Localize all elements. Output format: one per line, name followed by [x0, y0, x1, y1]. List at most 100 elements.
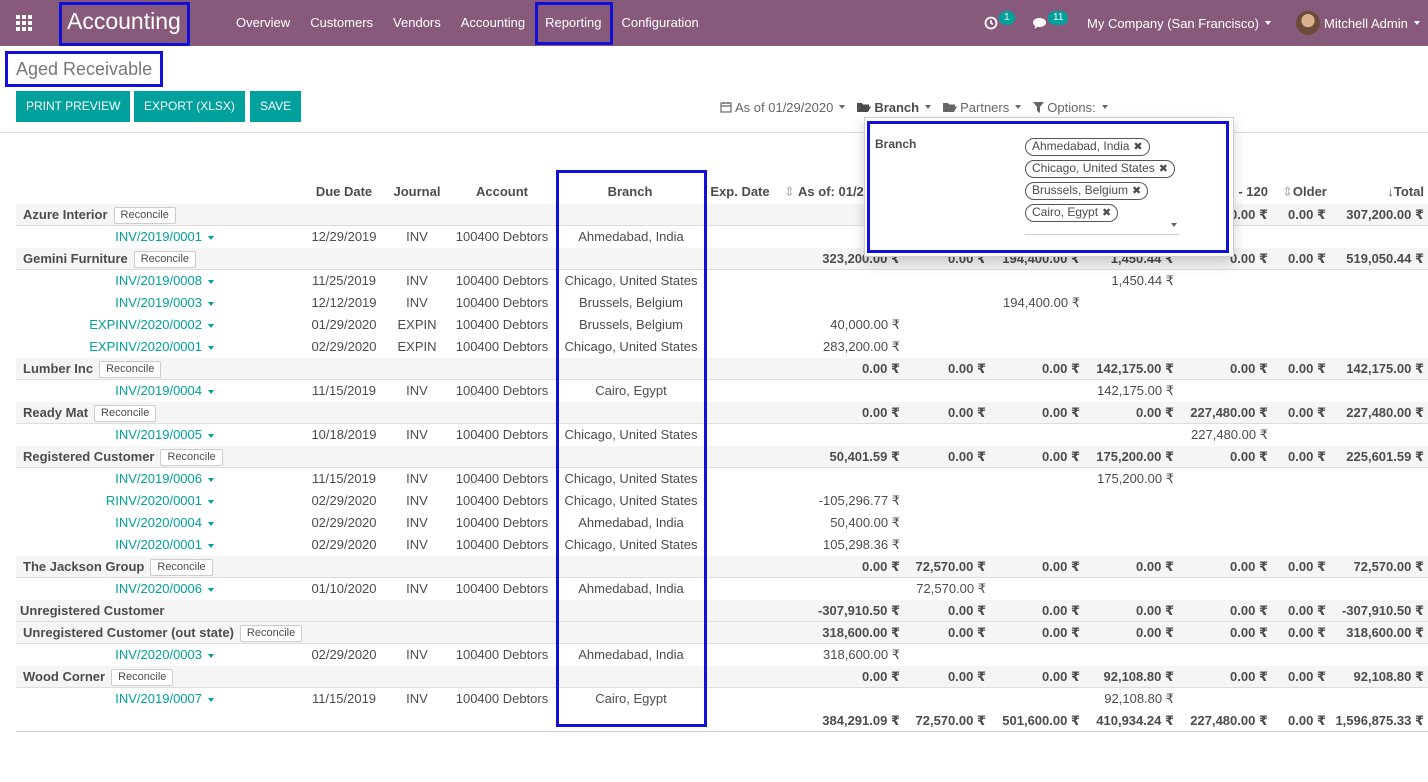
- reconcile-button[interactable]: Reconcile: [160, 449, 223, 467]
- amount-cell: 0.00 ₹: [1230, 361, 1268, 376]
- col-older[interactable]: ⇕Older: [1282, 181, 1342, 203]
- amount-cell: 0.00 ₹: [1288, 251, 1326, 266]
- amount-cell: [1328, 336, 1424, 358]
- reconcile-button[interactable]: Reconcile: [150, 559, 213, 577]
- amount-cell: 175,200.00 ₹: [1096, 449, 1174, 464]
- table-row: INV/2019/0007 11/15/2019 INV 100400 Debtors…: [16, 688, 1428, 710]
- amount-cell: [1328, 578, 1424, 600]
- print-preview-button[interactable]: PRINT PREVIEW: [16, 91, 131, 122]
- close-icon[interactable]: ✖: [1132, 185, 1141, 197]
- menu-configuration[interactable]: Configuration: [611, 0, 708, 46]
- reconcile-button[interactable]: Reconcile: [99, 361, 162, 379]
- journal-cell: INV: [406, 273, 428, 288]
- move-ref-link[interactable]: INV/2019/0006: [16, 468, 214, 490]
- move-ref-link[interactable]: INV/2020/0001: [16, 534, 214, 556]
- amount-cell: [1270, 314, 1326, 336]
- partner-name-cell[interactable]: Wood Corner Reconcile: [23, 666, 174, 688]
- chevron-down-icon: [208, 279, 214, 284]
- partner-name-cell[interactable]: Unregistered Customer (out state) Reconci…: [23, 622, 303, 644]
- partner-name-cell[interactable]: Lumber Inc Reconcile: [23, 358, 162, 380]
- partners-filter[interactable]: Partners: [943, 100, 1022, 115]
- export-xlsx-button[interactable]: EXPORT (XLSX): [134, 91, 245, 122]
- col-total[interactable]: ↓Total: [1342, 181, 1424, 203]
- move-ref-link[interactable]: INV/2019/0004: [16, 380, 214, 402]
- amount-cell: 72,570.00 ₹: [915, 559, 987, 574]
- due-date-cell: 11/25/2019: [311, 273, 377, 288]
- activity-button[interactable]: 1: [984, 0, 1015, 46]
- branch-tag[interactable]: Brussels, Belgium ✖: [1025, 182, 1149, 200]
- amount-cell: [1082, 512, 1174, 534]
- chevron-down-icon: [208, 499, 214, 504]
- move-ref-link[interactable]: EXPINV/2020/0002: [16, 314, 214, 336]
- move-ref-link[interactable]: INV/2019/0008: [16, 270, 214, 292]
- move-ref-link[interactable]: EXPINV/2020/0001: [16, 336, 214, 358]
- company-switcher[interactable]: My Company (San Francisco): [1087, 0, 1271, 46]
- move-ref-link[interactable]: INV/2020/0004: [16, 512, 214, 534]
- partner-name-cell[interactable]: Gemini Furniture Reconcile: [23, 248, 197, 270]
- save-button[interactable]: SAVE: [250, 91, 302, 122]
- account-cell: 100400 Debtors: [455, 273, 549, 288]
- app-brand[interactable]: Accounting: [67, 8, 181, 35]
- close-icon[interactable]: ✖: [1133, 141, 1142, 153]
- account-cell: 100400 Debtors: [455, 317, 549, 332]
- close-icon[interactable]: ✖: [1159, 163, 1168, 175]
- branch-filter[interactable]: Branch: [857, 100, 932, 115]
- move-ref-link[interactable]: INV/2019/0003: [16, 292, 214, 314]
- amount-cell: 0.00 ₹: [1288, 669, 1326, 684]
- menu-overview[interactable]: Overview: [226, 0, 300, 46]
- amount-cell: [988, 688, 1080, 710]
- col-account[interactable]: Account: [447, 181, 557, 203]
- move-ref: EXPINV/2020/0002: [89, 317, 202, 332]
- amount-cell: [1328, 688, 1424, 710]
- amount-cell: [902, 314, 986, 336]
- user-menu[interactable]: Mitchell Admin: [1296, 0, 1420, 46]
- partner-name-cell[interactable]: Unregistered Customer: [20, 600, 164, 622]
- move-ref-link[interactable]: INV/2020/0003: [16, 644, 214, 666]
- reconcile-button[interactable]: Reconcile: [133, 251, 197, 269]
- menu-reporting[interactable]: Reporting: [535, 0, 611, 46]
- apps-menu-icon[interactable]: [16, 15, 34, 31]
- move-ref-link[interactable]: RINV/2020/0001: [16, 490, 214, 512]
- amount-cell: 0.00 ₹: [1136, 603, 1174, 618]
- move-ref-link[interactable]: INV/2019/0007: [16, 688, 214, 710]
- options-filter[interactable]: Options:: [1033, 100, 1108, 115]
- branch-tag[interactable]: Chicago, United States ✖: [1025, 160, 1175, 178]
- menu-customers[interactable]: Customers: [300, 0, 383, 46]
- reconcile-button[interactable]: Reconcile: [239, 625, 303, 643]
- due-date-cell: 01/29/2020: [311, 317, 377, 332]
- amount-cell: [1176, 336, 1268, 358]
- amount-cell: 0.00 ₹: [1288, 449, 1326, 464]
- reconcile-button[interactable]: Reconcile: [94, 405, 157, 423]
- partner-name-cell[interactable]: The Jackson Group Reconcile: [23, 556, 213, 578]
- move-ref-link[interactable]: INV/2020/0006: [16, 578, 214, 600]
- branch-tag[interactable]: Ahmedabad, India ✖: [1025, 138, 1150, 156]
- reconcile-button[interactable]: Reconcile: [113, 207, 176, 225]
- partner-name-cell[interactable]: Ready Mat Reconcile: [23, 402, 157, 424]
- amount-cell: 0.00 ₹: [1230, 559, 1268, 574]
- partner-name-cell[interactable]: Azure Interior Reconcile: [23, 204, 176, 226]
- amount-cell: [902, 292, 986, 314]
- amount-cell: 0.00 ₹: [1230, 625, 1268, 640]
- table-row: EXPINV/2020/0002 01/29/2020 EXPIN 100400 De…: [16, 314, 1428, 336]
- amount-cell: [988, 270, 1080, 292]
- branch-select-input[interactable]: [1025, 215, 1179, 235]
- col-branch[interactable]: Branch: [557, 181, 703, 203]
- col-exp-date[interactable]: Exp. Date: [703, 181, 777, 203]
- amount-cell: [816, 688, 900, 710]
- col-due-date[interactable]: Due Date: [301, 181, 387, 203]
- amount-cell: 0.00 ₹: [862, 669, 900, 684]
- folder-open-icon: [857, 102, 872, 112]
- col-journal[interactable]: Journal: [387, 181, 447, 203]
- account-cell: 100400 Debtors: [455, 295, 549, 310]
- move-ref-link[interactable]: INV/2019/0001: [16, 226, 214, 248]
- partner-name-cell[interactable]: Registered Customer Reconcile: [23, 446, 223, 468]
- partner-name: Gemini Furniture: [23, 251, 128, 266]
- amount-cell: 0.00 ₹: [1042, 603, 1080, 618]
- menu-vendors[interactable]: Vendors: [383, 0, 451, 46]
- menu-accounting[interactable]: Accounting: [451, 0, 535, 46]
- amount-cell: 0.00 ₹: [1136, 559, 1174, 574]
- move-ref-link[interactable]: INV/2019/0005: [16, 424, 214, 446]
- reconcile-button[interactable]: Reconcile: [111, 669, 174, 687]
- messages-button[interactable]: 11: [1032, 0, 1069, 46]
- date-filter[interactable]: As of 01/29/2020: [720, 100, 846, 115]
